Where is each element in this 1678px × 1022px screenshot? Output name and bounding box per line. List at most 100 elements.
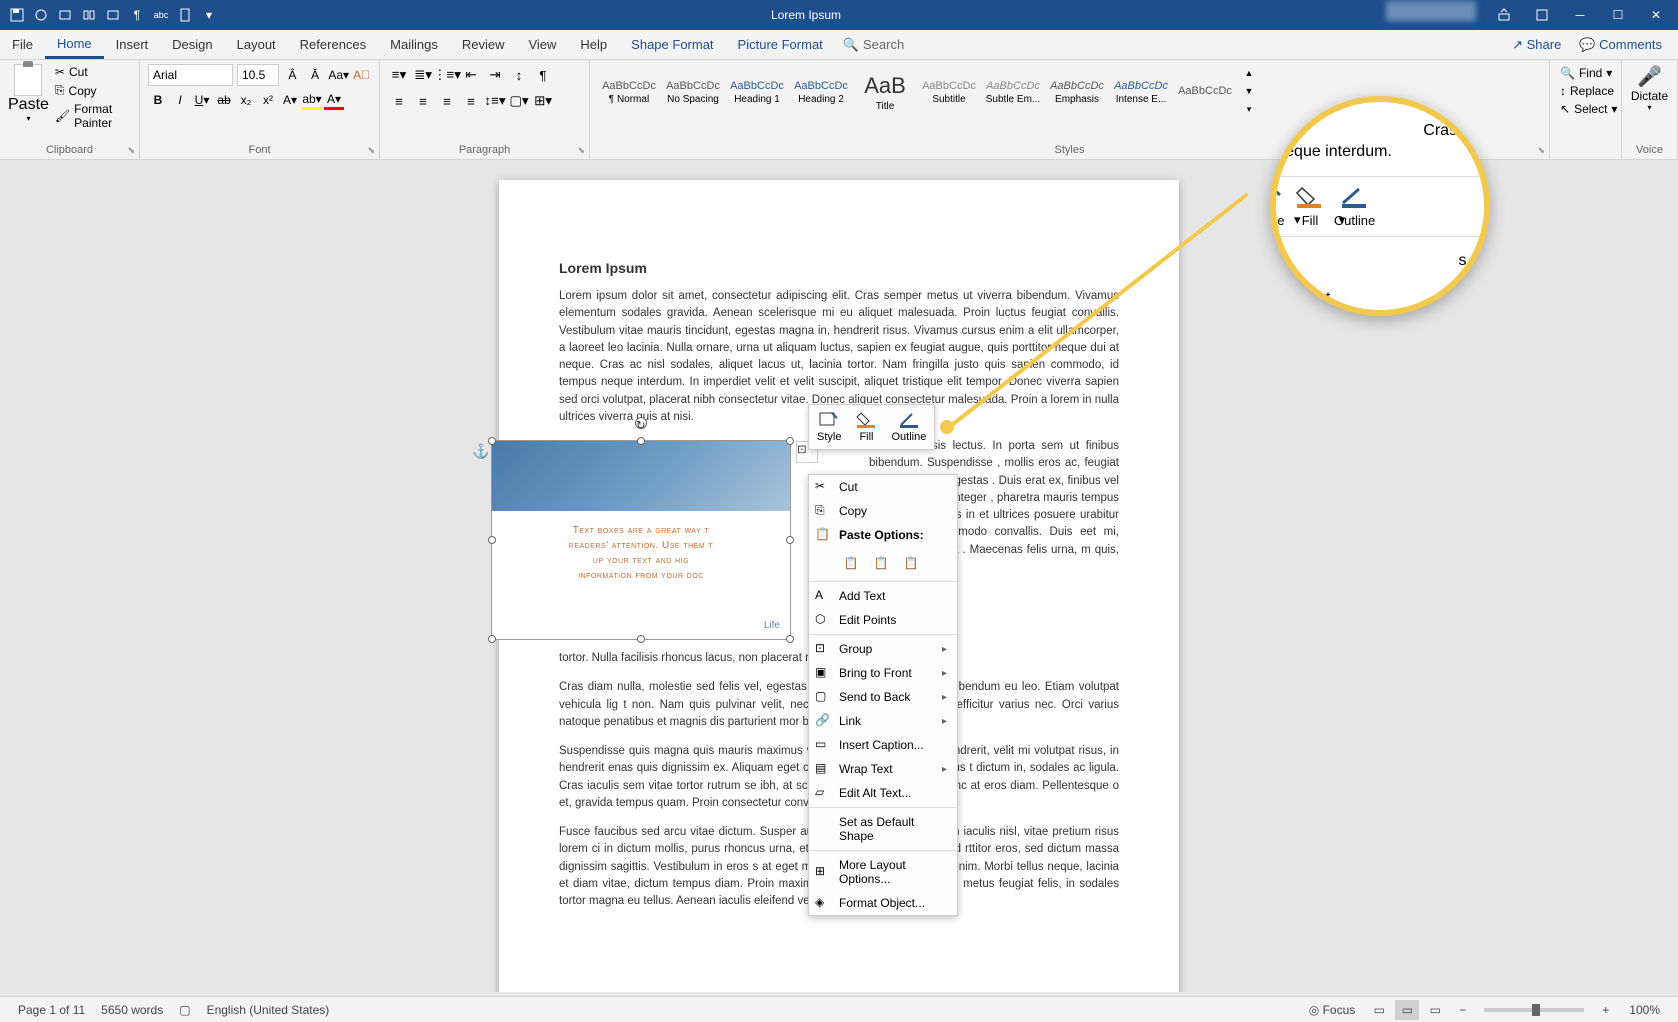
style-normal[interactable]: AaBbCcDc¶ Normal <box>598 64 660 120</box>
ribbon-display-icon[interactable] <box>1486 1 1522 29</box>
find-button[interactable]: 🔍Find▾ <box>1558 64 1613 82</box>
share-button[interactable]: ↗ Share <box>1506 35 1567 55</box>
cm-bring-to-front[interactable]: ▣Bring to Front▸ <box>809 661 957 685</box>
style-subtle-emphasis[interactable]: AaBbCcDcSubtle Em... <box>982 64 1044 120</box>
align-left-button[interactable]: ≡ <box>388 90 410 112</box>
cm-group[interactable]: ⊡Group▸ <box>809 637 957 661</box>
cm-more-layout[interactable]: ⊞More Layout Options... <box>809 853 957 891</box>
language-indicator[interactable]: English (United States) <box>199 1003 338 1017</box>
word-count[interactable]: 5650 words <box>93 1003 171 1017</box>
style-no-spacing[interactable]: AaBbCcDcNo Spacing <box>662 64 724 120</box>
bullets-button[interactable]: ≡▾ <box>388 64 410 86</box>
menu-insert[interactable]: Insert <box>104 30 161 59</box>
page-indicator[interactable]: Page 1 of 11 <box>10 1003 93 1017</box>
font-size-input[interactable] <box>237 64 279 86</box>
style-title[interactable]: AaBTitle <box>854 64 916 120</box>
menu-home[interactable]: Home <box>45 30 104 59</box>
mini-style-button[interactable]: Style <box>813 409 845 445</box>
minimize-icon[interactable]: ─ <box>1562 1 1598 29</box>
mini-fill-button[interactable]: Fill <box>851 409 881 445</box>
cm-link[interactable]: 🔗Link▸ <box>809 709 957 733</box>
mag-cut-item[interactable]: ✂ Cut <box>1270 280 1490 306</box>
styles-more-icon[interactable]: ▾ <box>1238 100 1260 118</box>
cm-edit-alt-text[interactable]: ▱Edit Alt Text... <box>809 781 957 805</box>
borders-button[interactable]: ⊞▾ <box>532 90 554 112</box>
cm-set-default[interactable]: Set as Default Shape <box>809 810 957 848</box>
italic-button[interactable]: I <box>170 90 190 110</box>
paragraph-expand-icon[interactable]: ⬊ <box>577 145 585 156</box>
zoom-slider[interactable] <box>1484 1008 1584 1012</box>
cm-add-text[interactable]: AAdd Text <box>809 584 957 608</box>
menu-shape-format[interactable]: Shape Format <box>619 30 725 59</box>
paragraph-icon[interactable]: ¶ <box>126 4 148 26</box>
zoom-out-button[interactable]: − <box>1451 1003 1474 1017</box>
cm-insert-caption[interactable]: ▭Insert Caption... <box>809 733 957 757</box>
mag-outline-button[interactable]: ▾ Outline <box>1334 185 1375 228</box>
style-heading-1[interactable]: AaBbCcDcHeading 1 <box>726 64 788 120</box>
cm-send-to-back[interactable]: ▢Send to Back▸ <box>809 685 957 709</box>
focus-button[interactable]: ◎ Focus <box>1301 1003 1364 1017</box>
proofing-icon[interactable]: ▢ <box>171 1003 198 1017</box>
cm-wrap-text[interactable]: ▤Wrap Text▸ <box>809 757 957 781</box>
rotate-handle[interactable]: ↻ <box>635 417 647 429</box>
style-subtitle[interactable]: AaBbCcDcSubtitle <box>918 64 980 120</box>
decrease-font-button[interactable]: Ǎ <box>306 65 325 85</box>
resize-handle-se[interactable] <box>786 635 794 643</box>
web-layout-icon[interactable]: ▭ <box>1423 1000 1447 1020</box>
format-painter-button[interactable]: 🖌Format Painter <box>53 101 131 131</box>
font-name-input[interactable] <box>148 64 233 86</box>
increase-indent-button[interactable]: ⇥ <box>484 64 506 86</box>
window-mode-icon[interactable] <box>1524 1 1560 29</box>
qat-icon-3[interactable] <box>54 4 76 26</box>
mini-outline-button[interactable]: Outline <box>887 409 930 445</box>
sort-button[interactable]: ↕ <box>508 64 530 86</box>
spellcheck-icon[interactable]: abc <box>150 4 172 26</box>
style-intense-emphasis[interactable]: AaBbCcDcIntense E... <box>1110 64 1172 120</box>
zoom-level[interactable]: 100% <box>1621 1003 1668 1017</box>
menu-view[interactable]: View <box>516 30 568 59</box>
mag-fill-button[interactable]: ▾ Fill <box>1294 185 1326 228</box>
show-marks-button[interactable]: ¶ <box>532 64 554 86</box>
underline-button[interactable]: U▾ <box>192 90 212 110</box>
resize-handle-e[interactable] <box>786 536 794 544</box>
superscript-button[interactable]: x² <box>258 90 278 110</box>
search-box[interactable]: 🔍 Search <box>835 35 912 55</box>
menu-picture-format[interactable]: Picture Format <box>726 30 835 59</box>
menu-references[interactable]: References <box>288 30 378 59</box>
paste-picture-icon[interactable]: 📋 <box>869 551 893 575</box>
paste-text-only-icon[interactable]: 📋 <box>899 551 923 575</box>
resize-handle-s[interactable] <box>637 635 645 643</box>
subscript-button[interactable]: x₂ <box>236 90 256 110</box>
clipboard-expand-icon[interactable]: ⬊ <box>127 145 135 156</box>
paste-button[interactable]: Paste ▾ <box>8 64 49 131</box>
bold-button[interactable]: B <box>148 90 168 110</box>
resize-handle-w[interactable] <box>488 536 496 544</box>
clear-formatting-button[interactable]: A⃠ <box>352 65 371 85</box>
resize-handle-ne[interactable] <box>786 437 794 445</box>
resize-handle-n[interactable] <box>637 437 645 445</box>
cm-format-object[interactable]: ◈Format Object... <box>809 891 957 915</box>
new-doc-icon[interactable] <box>174 4 196 26</box>
font-expand-icon[interactable]: ⬊ <box>367 145 375 156</box>
resize-handle-nw[interactable] <box>488 437 496 445</box>
justify-button[interactable]: ≡ <box>460 90 482 112</box>
save-icon[interactable] <box>6 4 28 26</box>
text-effects-button[interactable]: A▾ <box>280 90 300 110</box>
styles-scroll-up-icon[interactable]: ▲ <box>1238 64 1260 82</box>
multilevel-button[interactable]: ⋮≡▾ <box>436 64 458 86</box>
cm-edit-points[interactable]: ⬡Edit Points <box>809 608 957 632</box>
menu-layout[interactable]: Layout <box>225 30 288 59</box>
increase-font-button[interactable]: Â <box>283 65 302 85</box>
resize-handle-sw[interactable] <box>488 635 496 643</box>
menu-file[interactable]: File <box>0 30 45 59</box>
zoom-thumb[interactable] <box>1532 1004 1540 1016</box>
qat-icon-5[interactable] <box>102 4 124 26</box>
menu-review[interactable]: Review <box>450 30 517 59</box>
align-center-button[interactable]: ≡ <box>412 90 434 112</box>
menu-help[interactable]: Help <box>568 30 619 59</box>
numbering-button[interactable]: ≣▾ <box>412 64 434 86</box>
qat-dropdown-icon[interactable]: ▾ <box>198 4 220 26</box>
strikethrough-button[interactable]: ab <box>214 90 234 110</box>
select-button[interactable]: ↖Select▾ <box>1558 100 1613 118</box>
mag-style-button[interactable]: ▾ Style <box>1270 185 1286 228</box>
